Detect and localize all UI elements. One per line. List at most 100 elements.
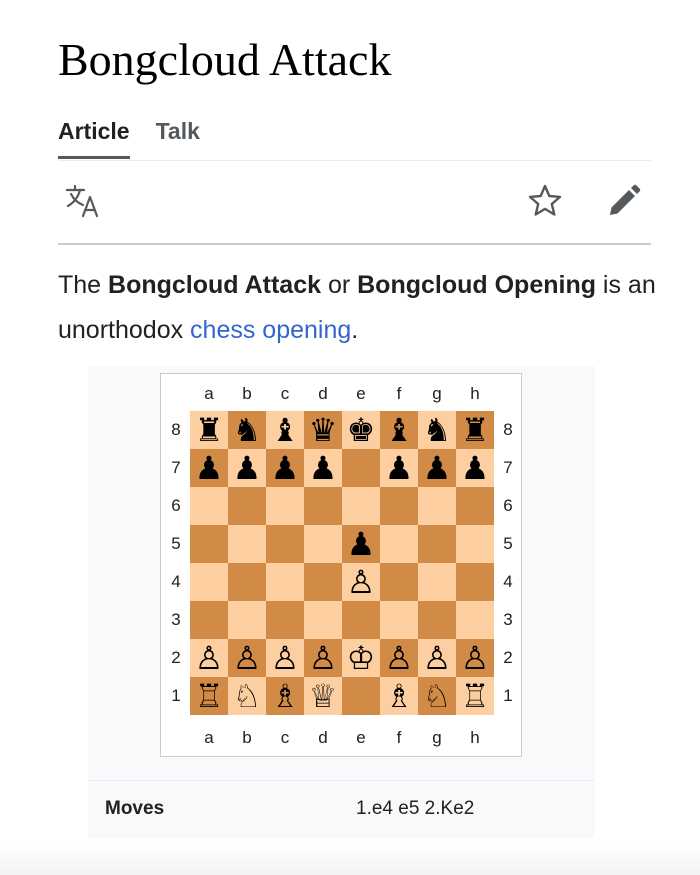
- square-h7: ♟: [456, 449, 494, 487]
- square-b3: [228, 601, 266, 639]
- star-icon[interactable]: [526, 182, 564, 220]
- square-c1: ♗: [266, 677, 304, 715]
- file-label-bottom-c: c: [280, 728, 290, 747]
- white-pawn-icon: ♙: [194, 639, 224, 677]
- square-e1: [342, 677, 380, 715]
- square-f5: [380, 525, 418, 563]
- black-rook-icon: ♜: [460, 411, 490, 449]
- intro-text: or: [321, 271, 358, 299]
- infobox: aabbccddeeffgghh8877665544332211 ♜ ♞ ♝ ♛ ♚ ♝ ♞…: [88, 366, 595, 838]
- square-b1: ♘: [228, 677, 266, 715]
- file-label-bottom-b: b: [242, 728, 252, 747]
- page-tabs: Article Talk: [58, 112, 200, 159]
- rank-label-right-8: 8: [503, 420, 513, 439]
- square-h2: ♙: [456, 639, 494, 677]
- file-label-top-e: e: [356, 384, 366, 403]
- white-pawn-icon: ♙: [422, 639, 452, 677]
- square-c3: [266, 601, 304, 639]
- square-g2: ♙: [418, 639, 456, 677]
- file-label-top-g: g: [432, 384, 442, 403]
- square-g3: [418, 601, 456, 639]
- square-a8: ♜: [190, 411, 228, 449]
- file-label-top-b: b: [242, 384, 252, 403]
- black-pawn-icon: ♟: [308, 449, 338, 487]
- bold-term-bongcloud-opening: Bongcloud Opening: [357, 271, 596, 299]
- white-rook-icon: ♖: [460, 677, 490, 715]
- square-b2: ♙: [228, 639, 266, 677]
- file-label-top-d: d: [318, 384, 328, 403]
- black-pawn-icon: ♟: [194, 449, 224, 487]
- black-pawn-icon: ♟: [270, 449, 300, 487]
- square-c7: ♟: [266, 449, 304, 487]
- intro-paragraph: The Bongcloud Attack or Bongcloud Openin…: [58, 263, 658, 353]
- chess-opening-link[interactable]: chess opening: [190, 316, 351, 344]
- square-c4: [266, 563, 304, 601]
- square-e7: [342, 449, 380, 487]
- square-a3: [190, 601, 228, 639]
- tab-talk[interactable]: Talk: [156, 112, 200, 159]
- pencil-icon[interactable]: [605, 182, 643, 220]
- white-pawn-icon: ♙: [270, 639, 300, 677]
- square-f6: [380, 487, 418, 525]
- square-e4: ♙: [342, 563, 380, 601]
- square-b5: [228, 525, 266, 563]
- square-c5: [266, 525, 304, 563]
- file-label-bottom-e: e: [356, 728, 366, 747]
- square-h8: ♜: [456, 411, 494, 449]
- square-h1: ♖: [456, 677, 494, 715]
- rank-label-left-4: 4: [171, 572, 181, 591]
- square-e8: ♚: [342, 411, 380, 449]
- rank-label-left-5: 5: [171, 534, 181, 553]
- tab-article[interactable]: Article: [58, 112, 130, 159]
- moves-divider: [88, 780, 595, 781]
- black-bishop-icon: ♝: [270, 411, 300, 449]
- rank-label-left-7: 7: [171, 458, 181, 477]
- rank-label-left-1: 1: [171, 686, 181, 705]
- moves-value: 1.e4 e5 2.Ke2: [356, 798, 475, 819]
- black-knight-icon: ♞: [232, 411, 262, 449]
- square-g8: ♞: [418, 411, 456, 449]
- tabs-divider: [58, 160, 651, 161]
- square-h6: [456, 487, 494, 525]
- square-e2: ♔: [342, 639, 380, 677]
- file-label-bottom-a: a: [204, 728, 214, 747]
- square-d8: ♛: [304, 411, 342, 449]
- square-c2: ♙: [266, 639, 304, 677]
- file-label-top-a: a: [204, 384, 214, 403]
- square-f3: [380, 601, 418, 639]
- square-a2: ♙: [190, 639, 228, 677]
- square-c8: ♝: [266, 411, 304, 449]
- square-b8: ♞: [228, 411, 266, 449]
- rank-label-left-6: 6: [171, 496, 181, 515]
- black-rook-icon: ♜: [194, 411, 224, 449]
- translate-icon[interactable]: [64, 182, 102, 220]
- black-knight-icon: ♞: [422, 411, 452, 449]
- black-bishop-icon: ♝: [384, 411, 414, 449]
- square-f7: ♟: [380, 449, 418, 487]
- square-d1: ♕: [304, 677, 342, 715]
- file-label-bottom-g: g: [432, 728, 442, 747]
- white-pawn-icon: ♙: [460, 639, 490, 677]
- square-a4: [190, 563, 228, 601]
- file-label-top-c: c: [280, 384, 290, 403]
- black-pawn-icon: ♟: [384, 449, 414, 487]
- bold-term-bongcloud-attack: Bongcloud Attack: [108, 271, 321, 299]
- rank-label-right-4: 4: [503, 572, 513, 591]
- white-bishop-icon: ♗: [384, 677, 414, 715]
- square-g7: ♟: [418, 449, 456, 487]
- moves-label: Moves: [105, 798, 165, 819]
- rank-label-left-3: 3: [171, 610, 181, 629]
- white-pawn-icon: ♙: [232, 639, 262, 677]
- rank-label-right-2: 2: [503, 648, 513, 667]
- rank-label-right-6: 6: [503, 496, 513, 515]
- page-toolbar: [58, 178, 651, 232]
- square-e6: [342, 487, 380, 525]
- square-d6: [304, 487, 342, 525]
- square-b7: ♟: [228, 449, 266, 487]
- square-f8: ♝: [380, 411, 418, 449]
- file-label-bottom-h: h: [470, 728, 480, 747]
- file-label-bottom-d: d: [318, 728, 328, 747]
- square-b6: [228, 487, 266, 525]
- black-pawn-icon: ♟: [460, 449, 490, 487]
- white-pawn-icon: ♙: [346, 563, 376, 601]
